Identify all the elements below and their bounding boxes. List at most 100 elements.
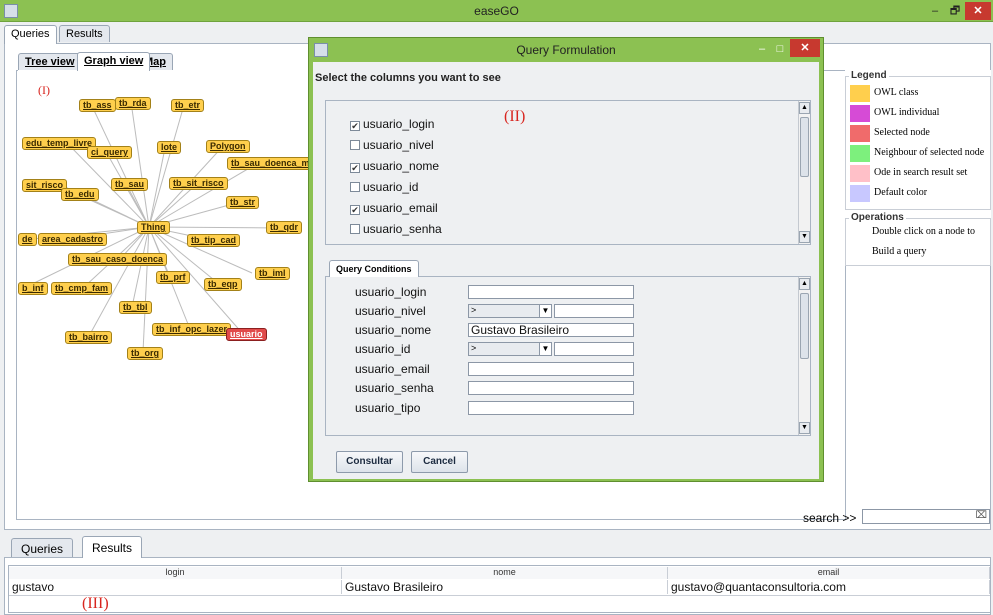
tab-tree-view-label: Tree view: [25, 56, 75, 68]
column-list[interactable]: (II) ✔ usuario_login usuario_nivel ✔ usuar…: [325, 100, 811, 245]
legend-item: OWL individual: [848, 104, 988, 122]
tab-graph-view[interactable]: Graph view: [77, 52, 151, 71]
table-cell-email[interactable]: gustavo@quantaconsultoria.com: [668, 580, 990, 594]
condition-input-senha[interactable]: [468, 381, 634, 395]
column-option-label: usuario_senha: [363, 222, 442, 236]
cancel-button[interactable]: Cancel: [411, 451, 468, 473]
graph-node[interactable]: tb_sau_doenca_m: [227, 157, 314, 170]
checkbox[interactable]: [350, 182, 360, 192]
graph-node-center[interactable]: Thing: [137, 221, 170, 234]
graph-node[interactable]: tb_prf: [156, 271, 190, 284]
graph-node[interactable]: lote: [157, 141, 182, 154]
legend-label: OWL individual: [874, 107, 940, 118]
column-list-scrollbar[interactable]: ▲ ▼: [798, 101, 810, 244]
column-option-label: usuario_email: [363, 201, 438, 215]
checkbox[interactable]: ✔: [350, 121, 360, 131]
search-input[interactable]: ⌧: [862, 509, 990, 524]
scroll-thumb[interactable]: [800, 117, 809, 177]
graph-node[interactable]: ci_query: [87, 146, 133, 159]
graph-node[interactable]: tb_str: [226, 196, 260, 209]
checkbox[interactable]: [350, 224, 360, 234]
column-option-usuario-id[interactable]: usuario_id: [350, 180, 418, 194]
chevron-down-icon[interactable]: ▼: [539, 305, 551, 317]
condition-input-nome[interactable]: Gustavo Brasileiro: [468, 323, 634, 337]
graph-node[interactable]: tb_org: [127, 347, 163, 360]
column-option-usuario-nome[interactable]: ✔ usuario_nome: [350, 159, 439, 173]
graph-node-selected[interactable]: usuario: [226, 328, 267, 341]
column-option-label: usuario_nivel: [363, 138, 434, 152]
checkbox[interactable]: ✔: [350, 163, 360, 173]
graph-node[interactable]: tb_etr: [171, 99, 205, 112]
graph-node[interactable]: tb_rda: [115, 97, 151, 110]
graph-node[interactable]: tb_tip_cad: [187, 234, 241, 247]
scroll-thumb[interactable]: [800, 293, 809, 359]
tab-tree-view[interactable]: Tree view: [18, 53, 82, 70]
condition-input-login[interactable]: [468, 285, 634, 299]
checkbox[interactable]: [350, 140, 360, 150]
scroll-up-icon[interactable]: ▲: [799, 102, 810, 114]
column-option-label: usuario_nome: [363, 159, 440, 173]
graph-node[interactable]: tb_qdr: [266, 221, 302, 234]
bottom-tab-results[interactable]: Results: [82, 536, 143, 558]
dialog-maximize-button[interactable]: □: [772, 40, 788, 58]
scroll-down-icon[interactable]: ▼: [799, 231, 810, 243]
condition-input-id[interactable]: [554, 342, 634, 356]
table-cell-nome[interactable]: Gustavo Brasileiro: [342, 580, 668, 594]
graph-node[interactable]: edu_temp_livre: [22, 137, 97, 150]
tab-results[interactable]: Results: [59, 25, 110, 42]
graph-node[interactable]: tb_cmp_fam: [51, 282, 113, 295]
graph-node[interactable]: tb_ass: [79, 99, 116, 112]
chevron-down-icon[interactable]: ▼: [539, 343, 551, 355]
results-table: login nome email gustavo Gustavo Brasile…: [8, 565, 991, 613]
operator-select[interactable]: > ▼: [468, 342, 552, 356]
graph-node[interactable]: tb_sit_risco: [169, 177, 228, 190]
graph-node[interactable]: tb_inf_opc_lazer: [152, 323, 232, 336]
legend-label: Default color: [874, 187, 928, 198]
graph-node[interactable]: b_inf: [18, 282, 48, 295]
column-header-email[interactable]: email: [668, 567, 990, 579]
dialog-close-button[interactable]: ✕: [790, 39, 820, 57]
graph-node[interactable]: tb_tbl: [119, 301, 152, 314]
graph-node[interactable]: area_cadastro: [38, 233, 108, 246]
graph-node[interactable]: tb_sau_caso_doenca: [68, 253, 168, 266]
tab-query-conditions[interactable]: Query Conditions: [329, 260, 419, 277]
graph-node[interactable]: de: [18, 233, 37, 246]
column-option-usuario-email[interactable]: ✔ usuario_email: [350, 201, 438, 215]
graph-node[interactable]: tb_bairro: [65, 331, 113, 344]
dialog-minimize-button[interactable]: –: [754, 40, 770, 58]
tab-graph-view-label: Graph view: [84, 55, 144, 67]
condition-input-nivel[interactable]: [554, 304, 634, 318]
condition-input-tipo[interactable]: [468, 401, 634, 415]
minimize-button[interactable]: –: [925, 2, 945, 20]
column-option-usuario-login[interactable]: ✔ usuario_login: [350, 117, 434, 131]
consultar-button[interactable]: Consultar: [336, 451, 403, 473]
tab-queries[interactable]: Queries: [4, 25, 57, 44]
scroll-up-icon[interactable]: ▲: [799, 278, 810, 290]
clear-search-icon[interactable]: ⌧: [975, 510, 987, 521]
dialog-title: Query Formulation: [516, 43, 616, 57]
ontology-graph[interactable]: (I) tb_ass tb_rda tb_etr edu_temp_livre …: [18, 70, 318, 510]
condition-input-email[interactable]: [468, 362, 634, 376]
close-button[interactable]: ✕: [965, 2, 991, 20]
column-option-usuario-senha[interactable]: usuario_senha: [350, 222, 442, 236]
table-cell-login[interactable]: gustavo: [9, 580, 342, 594]
column-header-login[interactable]: login: [9, 567, 342, 579]
conditions-scrollbar[interactable]: ▲ ▼: [798, 277, 810, 435]
graph-node[interactable]: tb_sau: [111, 178, 149, 191]
checkbox[interactable]: ✔: [350, 205, 360, 215]
graph-node[interactable]: tb_eqp: [204, 278, 242, 291]
operations-line: Double click on a node to: [872, 226, 976, 237]
graph-node[interactable]: tb_edu: [61, 188, 99, 201]
graph-node[interactable]: tb_iml: [255, 267, 290, 280]
operator-select[interactable]: > ▼: [468, 304, 552, 318]
legend-item: Ode in search result set: [848, 164, 988, 182]
legend-item: Default color: [848, 184, 988, 202]
column-header-nome[interactable]: nome: [342, 567, 668, 579]
graph-node[interactable]: Polygon: [206, 140, 250, 153]
bottom-tab-queries[interactable]: Queries: [11, 538, 74, 557]
legend-label: Ode in search result set: [874, 167, 968, 178]
maximize-button[interactable]: 🗗: [946, 2, 964, 20]
query-formulation-dialog: Query Formulation – □ ✕ Select the colum…: [308, 37, 824, 482]
column-option-usuario-nivel[interactable]: usuario_nivel: [350, 138, 434, 152]
scroll-down-icon[interactable]: ▼: [799, 422, 810, 434]
